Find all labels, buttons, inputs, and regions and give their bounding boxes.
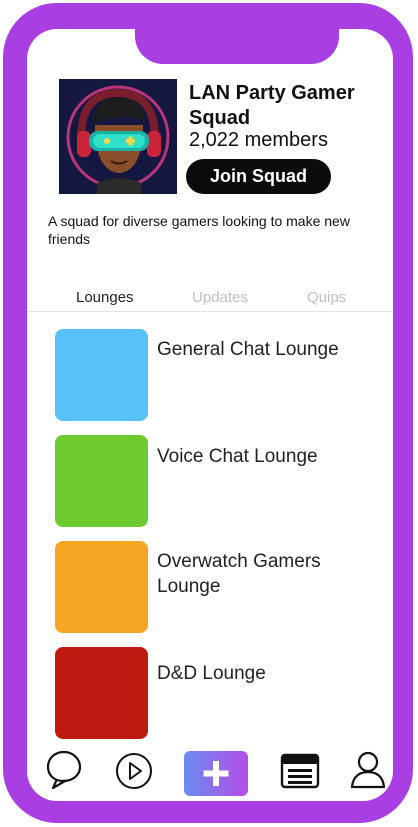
user-icon	[350, 751, 386, 789]
browser-nav-button[interactable]	[280, 753, 320, 794]
browser-window-icon	[280, 753, 320, 789]
lounge-item-general-chat[interactable]: General Chat Lounge	[27, 329, 393, 425]
play-nav-button[interactable]	[114, 751, 154, 796]
lounge-thumbnail	[55, 647, 148, 739]
tab-divider	[27, 311, 393, 312]
gamer-avatar-icon	[59, 79, 177, 194]
phone-notch	[135, 29, 339, 64]
play-icon	[116, 753, 152, 789]
add-button[interactable]	[184, 751, 248, 796]
member-count: 2,022 members	[189, 129, 328, 151]
squad-avatar	[59, 79, 177, 194]
chat-nav-button[interactable]	[45, 749, 83, 794]
chat-bubble-icon	[46, 750, 82, 790]
lounge-name: D&D Lounge	[157, 663, 266, 684]
lounge-name: General Chat Lounge	[157, 339, 339, 360]
lounge-thumbnail	[55, 435, 148, 527]
lounge-item-dnd[interactable]: D&D Lounge	[27, 647, 393, 743]
phone-frame: LAN Party Gamer Squad 2,022 members Join…	[3, 3, 413, 823]
squad-title: LAN Party Gamer Squad	[189, 82, 355, 129]
bottom-nav	[27, 741, 393, 801]
lounge-item-overwatch[interactable]: Overwatch Gamers Lounge	[27, 541, 393, 637]
tab-quips[interactable]: Quips	[307, 289, 346, 306]
tab-updates[interactable]: Updates	[192, 289, 248, 306]
plus-icon	[203, 761, 229, 786]
phone-screen: LAN Party Gamer Squad 2,022 members Join…	[27, 29, 393, 801]
join-squad-button[interactable]: Join Squad	[186, 159, 331, 194]
profile-nav-button[interactable]	[349, 750, 387, 795]
lounge-thumbnail	[55, 541, 148, 633]
lounge-name: Overwatch Gamers Lounge	[157, 551, 321, 597]
lounge-item-voice-chat[interactable]: Voice Chat Lounge	[27, 435, 393, 531]
squad-description: A squad for diverse gamers looking to ma…	[48, 213, 350, 247]
tab-lounges[interactable]: Lounges	[76, 289, 134, 306]
lounge-name: Voice Chat Lounge	[157, 446, 318, 467]
lounge-thumbnail	[55, 329, 148, 421]
